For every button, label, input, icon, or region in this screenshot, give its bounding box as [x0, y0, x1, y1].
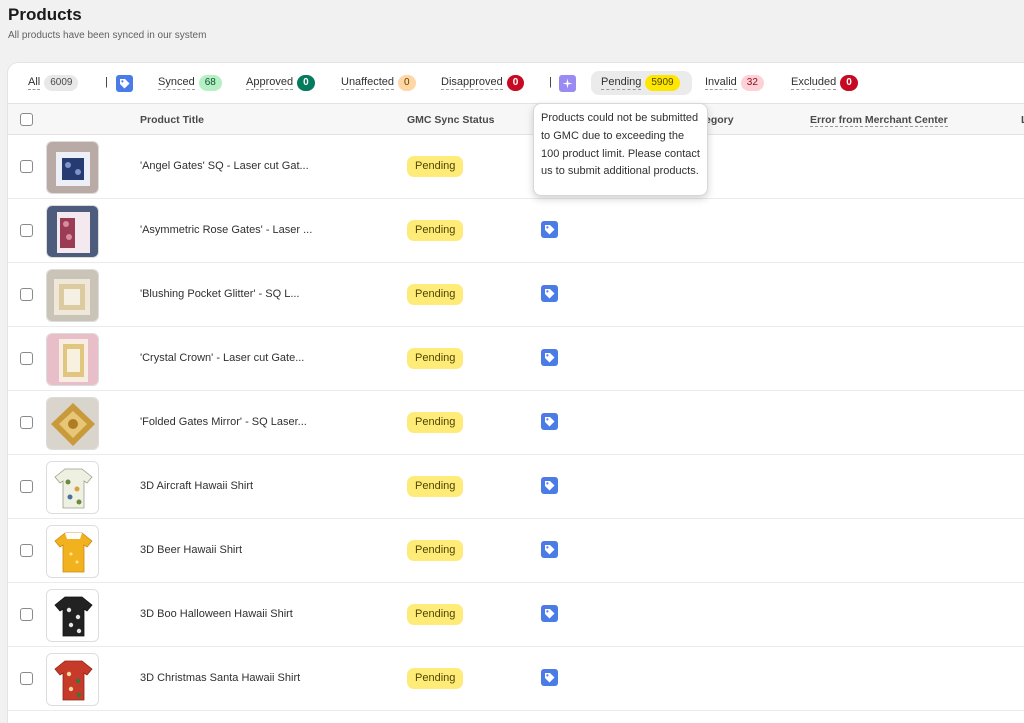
filter-approved-label: Approved	[246, 76, 294, 90]
table-row[interactable]: 'Angel Gates' SQ - Laser cut Gat... Pend…	[8, 135, 1024, 199]
filter-disapproved-label: Disapproved	[441, 76, 503, 90]
filter-excluded-label: Excluded	[791, 76, 837, 90]
table-row[interactable]: 'Blushing Pocket Glitter' - SQ L... Pend…	[8, 263, 1024, 327]
google-merchant-tag-icon[interactable]	[541, 413, 558, 430]
status-badge: Pending	[407, 220, 464, 241]
filter-unaffected-count: 0	[398, 75, 416, 91]
status-badge: Pending	[407, 412, 464, 433]
header-category[interactable]: egory	[705, 114, 734, 126]
product-thumbnail[interactable]	[46, 461, 99, 514]
filter-pending-count: 5909	[645, 75, 680, 91]
row-checkbox[interactable]	[20, 160, 33, 173]
product-title[interactable]: 3D Beer Hawaii Shirt	[140, 544, 242, 556]
row-checkbox[interactable]	[20, 608, 33, 621]
google-merchant-tag-icon[interactable]	[541, 477, 558, 494]
filter-synced[interactable]: Synced 68	[158, 73, 222, 93]
table-row[interactable]: 'Folded Gates Mirror' - SQ Laser... Pend…	[8, 391, 1024, 455]
table-row[interactable]: 3D Aircraft Hawaii Shirt Pending	[8, 455, 1024, 519]
google-merchant-tag-icon[interactable]	[541, 349, 558, 366]
row-checkbox[interactable]	[20, 224, 33, 237]
product-title[interactable]: 'Folded Gates Mirror' - SQ Laser...	[140, 416, 307, 428]
filter-invalid-count: 32	[740, 75, 764, 91]
filter-disapproved-count: 0	[506, 75, 525, 91]
filter-synced-label: Synced	[158, 76, 195, 90]
filter-invalid-label: Invalid	[705, 76, 737, 90]
product-title[interactable]: 3D Aircraft Hawaii Shirt	[140, 480, 253, 492]
status-badge: Pending	[407, 604, 464, 625]
product-thumbnail[interactable]	[46, 205, 99, 258]
filter-all-label: All	[28, 76, 41, 90]
status-badge: Pending	[407, 476, 464, 497]
status-badge: Pending	[407, 156, 464, 177]
filter-unaffected-label: Unaffected	[341, 76, 395, 90]
table-row[interactable]: 3D Beer Hawaii Shirt Pending	[8, 519, 1024, 583]
status-filter-bar: All 6009 | Synced 68 Approved 0 Unaffect…	[8, 63, 1024, 103]
filter-pending-label: Pending	[601, 76, 642, 90]
row-checkbox[interactable]	[20, 672, 33, 685]
filter-unaffected[interactable]: Unaffected 0	[341, 73, 416, 93]
page-subtitle: All products have been synced in our sys…	[8, 30, 207, 41]
header-error-merchant-center[interactable]: Error from Merchant Center	[810, 114, 948, 127]
filter-gmc-source[interactable]	[116, 73, 133, 93]
sparkle-icon[interactable]	[559, 75, 576, 92]
product-thumbnail[interactable]	[46, 333, 99, 386]
row-checkbox[interactable]	[20, 416, 33, 429]
select-all-checkbox[interactable]	[20, 113, 33, 126]
status-badge: Pending	[407, 668, 464, 689]
google-merchant-tag-icon[interactable]	[541, 541, 558, 558]
filter-all[interactable]: All 6009	[28, 73, 79, 93]
product-title[interactable]: 'Asymmetric Rose Gates' - Laser ...	[140, 224, 312, 236]
filter-excluded[interactable]: Excluded 0	[791, 73, 858, 93]
filter-excluded-count: 0	[840, 75, 858, 91]
product-thumbnail[interactable]	[46, 525, 99, 578]
table-row[interactable]: 3D Christmas Santa Hawaii Shirt Pending	[8, 647, 1024, 711]
status-badge: Pending	[407, 284, 464, 305]
filter-all-count: 6009	[44, 75, 79, 91]
row-checkbox[interactable]	[20, 544, 33, 557]
google-merchant-tag-icon[interactable]	[541, 605, 558, 622]
table-row[interactable]: 'Asymmetric Rose Gates' - Laser ... Pend…	[8, 199, 1024, 263]
table-row[interactable]: 'Crystal Crown' - Laser cut Gate... Pend…	[8, 327, 1024, 391]
filter-synced-count: 68	[198, 75, 222, 91]
google-merchant-tag-icon[interactable]	[541, 221, 558, 238]
google-merchant-tag-icon	[116, 74, 133, 92]
product-title[interactable]: 'Angel Gates' SQ - Laser cut Gat...	[140, 160, 309, 172]
filter-pending[interactable]: Pending 5909	[601, 73, 680, 93]
product-title[interactable]: 3D Boo Halloween Hawaii Shirt	[140, 608, 293, 620]
product-thumbnail[interactable]	[46, 397, 99, 450]
product-thumbnail[interactable]	[46, 589, 99, 642]
google-merchant-tag-icon[interactable]	[541, 285, 558, 302]
product-title[interactable]: 'Crystal Crown' - Laser cut Gate...	[140, 352, 304, 364]
filter-disapproved[interactable]: Disapproved 0	[441, 73, 525, 93]
filter-invalid[interactable]: Invalid 32	[705, 73, 764, 93]
google-merchant-tag-icon[interactable]	[541, 669, 558, 686]
products-card: All 6009 | Synced 68 Approved 0 Unaffect…	[8, 63, 1024, 723]
page-title: Products	[8, 5, 82, 24]
product-title[interactable]: 'Blushing Pocket Glitter' - SQ L...	[140, 288, 299, 300]
row-checkbox[interactable]	[20, 352, 33, 365]
row-checkbox[interactable]	[20, 480, 33, 493]
product-thumbnail[interactable]	[46, 141, 99, 194]
header-product-title[interactable]: Product Title	[140, 114, 204, 126]
table-header: Product Title GMC Sync Status egory Erro…	[8, 103, 1024, 135]
product-thumbnail[interactable]	[46, 653, 99, 706]
header-gmc-sync-status[interactable]: GMC Sync Status	[407, 114, 495, 126]
status-badge: Pending	[407, 540, 464, 561]
filter-approved-count: 0	[297, 75, 315, 91]
status-badge: Pending	[407, 348, 464, 369]
product-title[interactable]: 3D Christmas Santa Hawaii Shirt	[140, 672, 300, 684]
row-checkbox[interactable]	[20, 288, 33, 301]
product-thumbnail[interactable]	[46, 269, 99, 322]
filter-separator: |	[105, 76, 108, 88]
table-row[interactable]: 3D Boo Halloween Hawaii Shirt Pending	[8, 583, 1024, 647]
pending-limit-tooltip: Products could not be submitted to GMC d…	[533, 103, 708, 196]
filter-separator: |	[549, 76, 552, 88]
filter-approved[interactable]: Approved 0	[246, 73, 315, 93]
